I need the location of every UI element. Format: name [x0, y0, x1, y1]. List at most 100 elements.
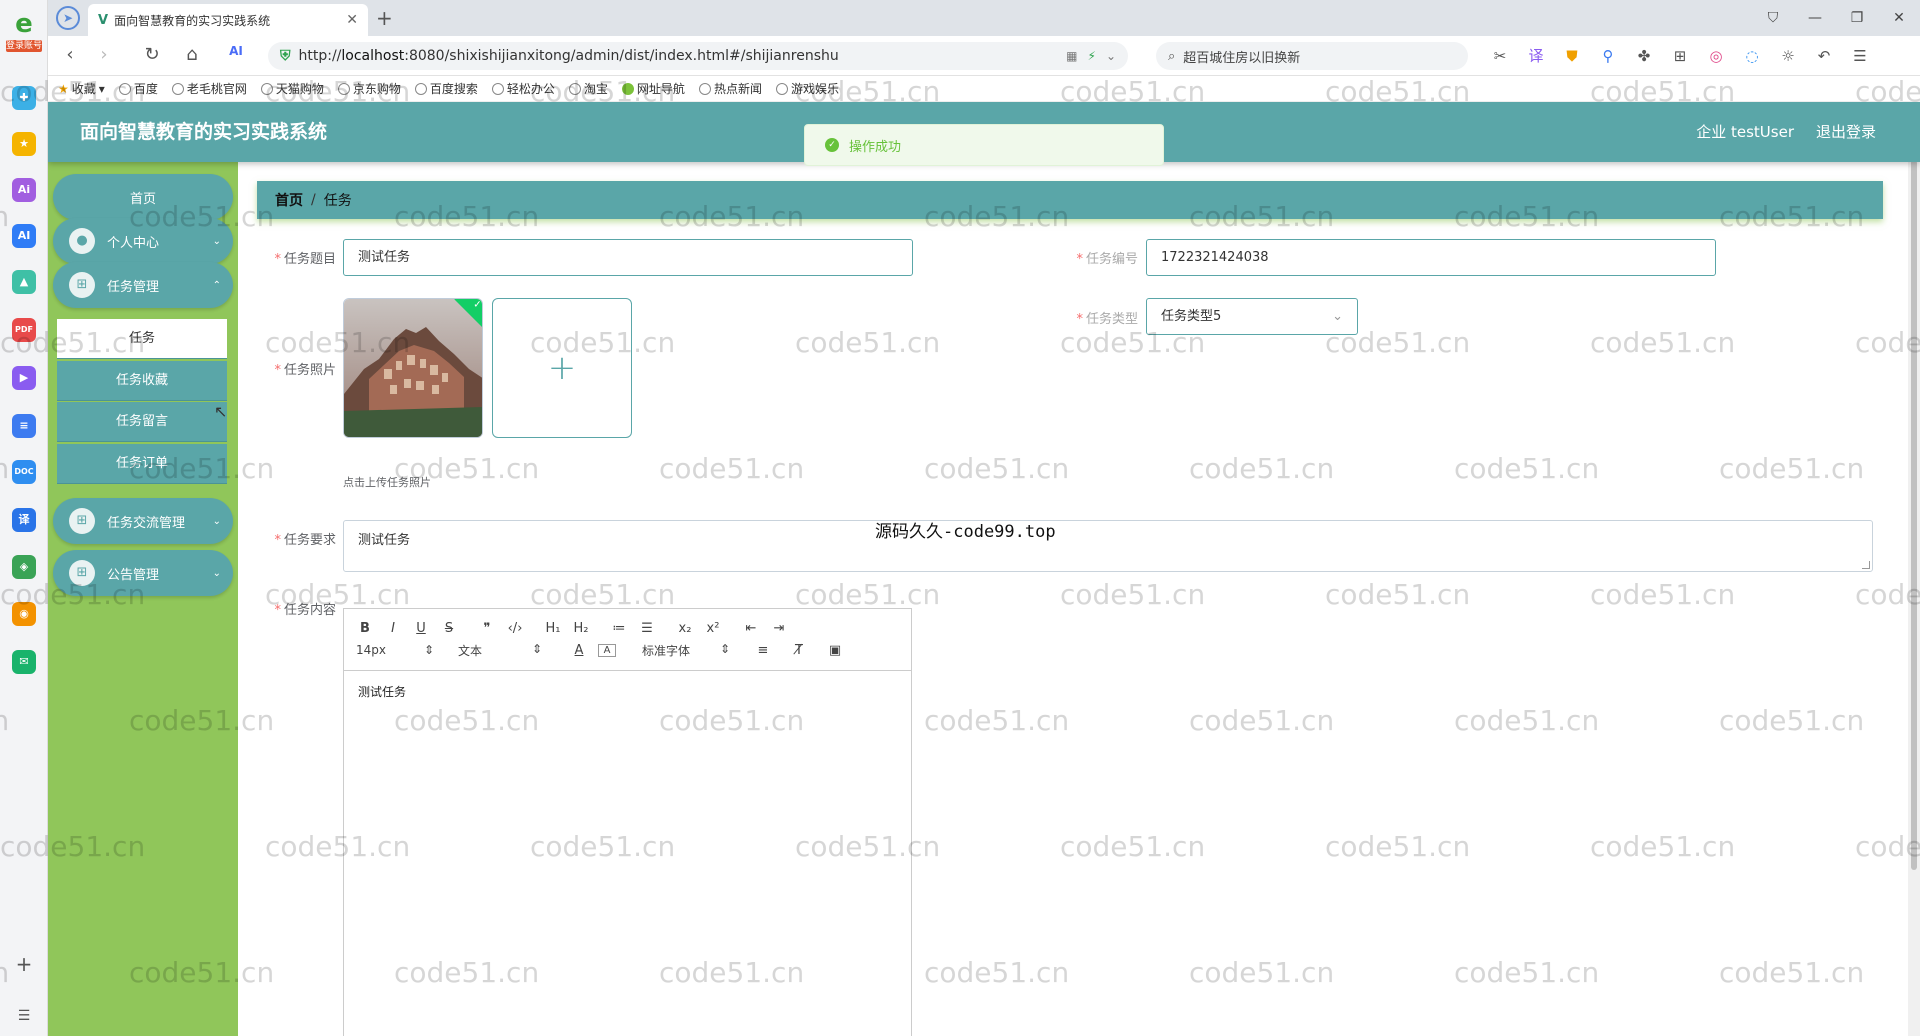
qr-icon[interactable]: ▦: [1066, 49, 1077, 63]
home-icon[interactable]: ⌂: [180, 44, 204, 65]
undo-icon[interactable]: ↶: [1812, 44, 1836, 68]
close-window-icon[interactable]: ✕: [1878, 0, 1920, 36]
sidebar-item-task-mgmt[interactable]: ⊞ 任务管理 ⌃: [53, 262, 233, 308]
url-text[interactable]: http://localhost:8080/shixishijianxitong…: [299, 48, 1057, 64]
code-block-icon[interactable]: ‹/›: [506, 621, 524, 636]
sidebar-item-personal[interactable]: ● 个人中心 ⌄: [53, 218, 233, 264]
ordered-list-icon[interactable]: ≔: [610, 621, 628, 636]
task-requirement-textarea[interactable]: 测试任务: [343, 520, 1873, 572]
insert-image-icon[interactable]: ▣: [826, 643, 844, 658]
zoom-icon[interactable]: ⚲: [1596, 44, 1620, 68]
translate-tool-icon[interactable]: 译: [1524, 44, 1548, 68]
header2-icon[interactable]: H₂: [572, 621, 590, 636]
color-circle-icon[interactable]: ◎: [1704, 44, 1728, 68]
add-app-icon[interactable]: ✚: [12, 86, 36, 110]
resize-handle-icon[interactable]: [1862, 561, 1870, 569]
back-icon[interactable]: ‹: [58, 44, 82, 65]
reload-icon[interactable]: ↻: [140, 44, 164, 65]
editor-content[interactable]: 测试任务: [344, 671, 911, 712]
scissors-icon[interactable]: ✂: [1488, 44, 1512, 68]
address-bar[interactable]: ⛨ http://localhost:8080/shixishijianxito…: [268, 42, 1128, 70]
shield-ext-icon[interactable]: ⛊: [1560, 44, 1584, 68]
header1-icon[interactable]: H₁: [544, 621, 562, 636]
skin-icon[interactable]: ⛉: [1752, 0, 1794, 36]
underline-icon[interactable]: U: [412, 621, 430, 636]
grid-apps-icon[interactable]: ⊞: [1668, 44, 1692, 68]
bookmark-item[interactable]: 百度: [118, 80, 158, 97]
bookmark-item[interactable]: 热点新闻: [698, 80, 762, 97]
bookmark-item[interactable]: 淘宝: [568, 80, 608, 97]
lightning-icon[interactable]: ⚡: [1088, 49, 1096, 63]
pdf-icon[interactable]: PDF: [12, 318, 36, 342]
search-text[interactable]: 超百城住房以旧换新: [1183, 47, 1300, 66]
bookmark-item[interactable]: 天猫购物: [260, 80, 324, 97]
superscript-icon[interactable]: x²: [704, 621, 722, 636]
doc-icon[interactable]: DOC: [12, 460, 36, 484]
sidebar-sub-task-favorites[interactable]: 任务收藏: [57, 361, 227, 401]
task-type-select[interactable]: 任务类型5 ⌄: [1146, 298, 1358, 335]
notes-icon[interactable]: ≡: [12, 414, 36, 438]
strike-icon[interactable]: S: [440, 621, 458, 636]
dropdown-chevron-icon[interactable]: ⌄: [1106, 49, 1116, 63]
clear-format-icon[interactable]: T̸: [790, 643, 808, 658]
mail-icon[interactable]: ✉: [12, 650, 36, 674]
refresh-ext-icon[interactable]: ◌: [1740, 44, 1764, 68]
page-scrollbar[interactable]: [1908, 160, 1920, 1036]
font-size-select[interactable]: 14px ⇕: [356, 643, 434, 657]
blockquote-icon[interactable]: ❞: [478, 621, 496, 636]
restore-icon[interactable]: ❐: [1836, 0, 1878, 36]
bold-icon[interactable]: B: [356, 621, 374, 636]
map-icon[interactable]: ◈: [12, 555, 36, 579]
background-color-icon[interactable]: A: [598, 643, 616, 657]
browser-menu-icon[interactable]: ☰: [1848, 44, 1872, 68]
font-family-select[interactable]: 标准字体 ⇕: [642, 642, 730, 659]
video-icon[interactable]: ▶: [12, 366, 36, 390]
sidebar-sub-task-orders[interactable]: 任务订单: [57, 444, 227, 484]
breadcrumb-home[interactable]: 首页: [275, 190, 303, 210]
bookmark-item[interactable]: 游戏娱乐: [775, 80, 839, 97]
brightness-icon[interactable]: ☼: [1776, 44, 1800, 68]
close-tab-icon[interactable]: ✕: [346, 12, 358, 28]
ai-assistant-icon[interactable]: Ai: [12, 178, 36, 202]
subscript-icon[interactable]: x₂: [676, 621, 694, 636]
ai-tool-icon[interactable]: AI: [12, 224, 36, 248]
logout-link[interactable]: 退出登录: [1816, 102, 1876, 162]
outdent-icon[interactable]: ⇤: [742, 621, 760, 636]
new-tab-icon[interactable]: +: [376, 6, 393, 30]
sidebar-sub-task-messages[interactable]: 任务留言: [57, 402, 227, 442]
sidebar-sub-task[interactable]: 任务: [57, 319, 227, 359]
navigation-icon[interactable]: ➤: [56, 6, 80, 30]
sidebar-item-home[interactable]: 首页: [53, 174, 233, 220]
bookmark-item[interactable]: 百度搜索: [414, 80, 478, 97]
translate-icon[interactable]: 译: [12, 508, 36, 532]
active-tab[interactable]: V 面向智慧教育的实习实践系统 ✕: [88, 4, 368, 36]
sidebar-item-notice-mgmt[interactable]: ⊞ 公告管理 ⌄: [53, 550, 233, 596]
image-tool-icon[interactable]: ▲: [12, 270, 36, 294]
browser-logo[interactable]: e 登录账号: [6, 10, 42, 58]
ai-badge-icon[interactable]: AI: [224, 44, 248, 58]
indent-icon[interactable]: ⇥: [770, 621, 788, 636]
sidebar-item-task-exchange[interactable]: ⊞ 任务交流管理 ⌄: [53, 498, 233, 544]
add-icon[interactable]: +: [12, 952, 36, 976]
italic-icon[interactable]: I: [384, 621, 402, 636]
bookmark-item[interactable]: 网址导航: [621, 80, 685, 97]
bookmark-item[interactable]: 老毛桃官网: [171, 80, 247, 97]
extensions-icon[interactable]: ✤: [1632, 44, 1656, 68]
task-title-input[interactable]: 测试任务: [343, 239, 913, 276]
rich-text-editor[interactable]: B I U S ❞ ‹/› H₁ H₂ ≔ ☰ x₂ x² ⇤ ⇥ 14px ⇕ …: [343, 608, 912, 1036]
menu-list-icon[interactable]: ☰: [12, 1004, 36, 1028]
upload-add-button[interactable]: +: [492, 298, 632, 438]
search-box[interactable]: ⌕ 超百城住房以旧换新: [1156, 42, 1468, 70]
bookmark-favorites[interactable]: ★ 收藏 ▾: [58, 80, 105, 97]
login-account-tag[interactable]: 登录账号: [6, 40, 42, 52]
weibo-icon[interactable]: ◉: [12, 602, 36, 626]
paragraph-select[interactable]: 文本 ⇕: [458, 642, 542, 659]
bookmark-item[interactable]: 轻松办公: [491, 80, 555, 97]
minimize-icon[interactable]: —: [1794, 0, 1836, 36]
favorites-star-icon[interactable]: ★: [12, 132, 36, 156]
task-photo-thumbnail[interactable]: ✓: [343, 298, 483, 438]
scrollbar-thumb[interactable]: [1911, 160, 1917, 870]
task-number-input[interactable]: 1722321424038: [1146, 239, 1716, 276]
forward-icon[interactable]: ›: [92, 44, 116, 65]
bullet-list-icon[interactable]: ☰: [638, 621, 656, 636]
